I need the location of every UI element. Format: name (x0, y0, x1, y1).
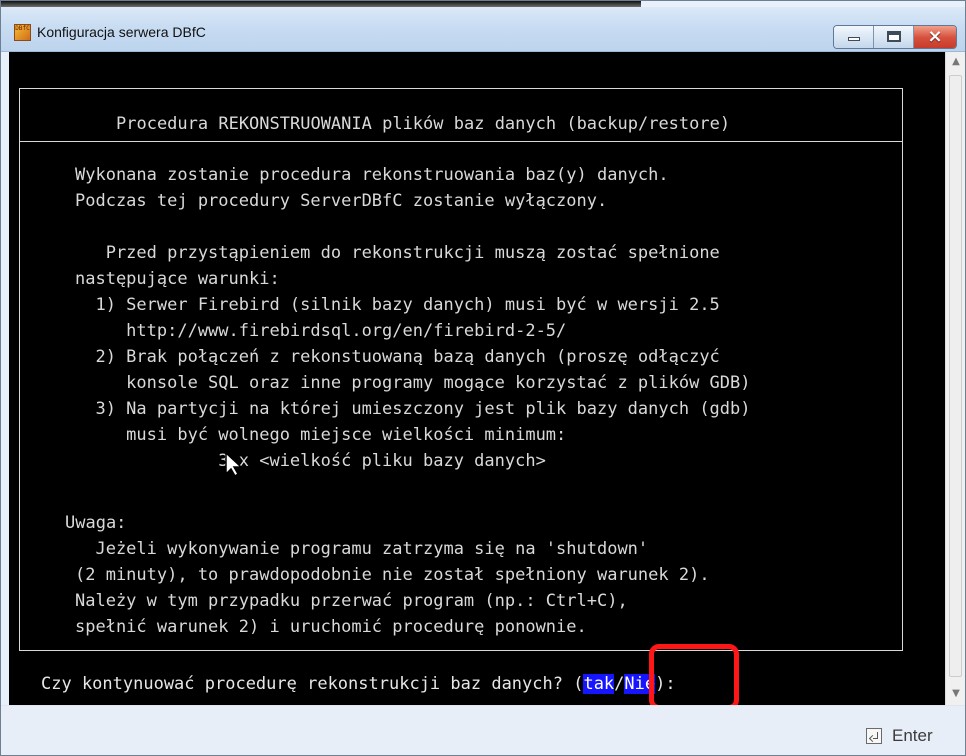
console-line: Wykonana zostanie procedura rekonstruowa… (75, 165, 669, 185)
title-bar[interactable]: DBfC Konfiguracja serwera DBfC × (1, 7, 965, 52)
dbfc-app-icon: DBfC (14, 24, 31, 41)
console-line: http://www.firebirdsql.org/en/firebird-2… (75, 321, 567, 341)
console-line: 3) Na partycji na której umieszczony jes… (75, 399, 751, 419)
console-window: DBfC Konfiguracja serwera DBfC × Procedu… (0, 0, 966, 756)
note-line: (2 minuty), to prawdopodobnie nie został… (75, 565, 710, 585)
dialog-separator (20, 141, 902, 142)
console-line: 3 x <wielkość pliku bazy danych> (75, 451, 546, 471)
close-button[interactable]: × (914, 26, 956, 48)
enter-button[interactable]: Enter (866, 724, 950, 748)
bottom-command-area: Enter (1, 705, 965, 755)
mouse-pointer-icon (225, 452, 243, 477)
scroll-thumb[interactable] (949, 75, 962, 677)
console-line: 2) Brak połączeń z rekonstuowaną bazą da… (75, 347, 720, 367)
scroll-up-icon[interactable]: ▲ (950, 56, 962, 68)
dialog-heading: Procedura REKONSTRUOWANIA plików baz dan… (116, 114, 731, 134)
console-line: 1) Serwer Firebird (silnik bazy danych) … (75, 295, 720, 315)
window-title: Konfiguracja serwera DBfC (37, 24, 206, 40)
window-controls: × (833, 25, 957, 49)
note-line: Należy w tym przypadku przerwać program … (75, 591, 628, 611)
minimize-icon (848, 37, 860, 41)
enter-key-icon (866, 728, 882, 744)
maximize-button[interactable] (874, 26, 914, 48)
option-separator: / (614, 674, 625, 694)
close-icon: × (927, 26, 943, 47)
console-line: następujące warunki: (75, 269, 280, 289)
enter-label: Enter (892, 726, 933, 745)
confirmation-prompt: Czy kontynuować procedurę rekonstrukcji … (41, 671, 676, 697)
scroll-down-icon[interactable]: ▼ (950, 688, 962, 700)
yes-option[interactable]: tak (583, 674, 615, 694)
maximize-icon (887, 31, 901, 42)
console-line: Przed przystąpieniem do rekonstrukcji mu… (75, 243, 720, 263)
minimize-button[interactable] (834, 26, 874, 48)
note-line: spełnić warunek 2) i uruchomić procedurę… (75, 617, 587, 637)
console-line: Podczas tej procedury ServerDBfC zostani… (75, 191, 608, 211)
vertical-scrollbar[interactable]: ▲ ▼ (945, 52, 965, 705)
note-label: Uwaga: (65, 513, 127, 533)
console-line: musi być wolnego miejsce wielkości minim… (75, 425, 567, 445)
prompt-text: Czy kontynuować procedurę rekonstrukcji … (41, 674, 584, 694)
console-output[interactable]: Procedura REKONSTRUOWANIA plików baz dan… (9, 52, 945, 705)
tak-highlight-box (649, 644, 739, 710)
note-line: Jeżeli wykonywanie programu zatrzyma się… (75, 539, 649, 559)
console-line: konsole SQL oraz inne programy mogące ko… (75, 373, 751, 393)
